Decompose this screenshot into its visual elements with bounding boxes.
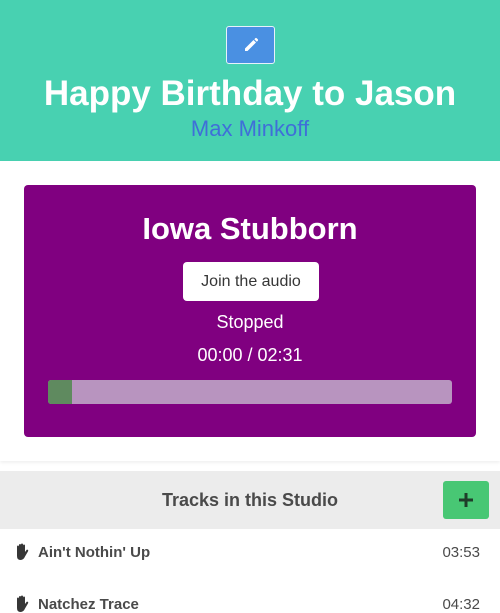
pencil-icon xyxy=(244,37,258,51)
track-duration: 04:32 xyxy=(442,596,480,613)
progress-fill xyxy=(48,380,73,404)
add-track-button[interactable] xyxy=(443,481,489,519)
hand-icon[interactable] xyxy=(14,595,30,613)
progress-bar[interactable] xyxy=(48,380,452,404)
header: Happy Birthday to Jason Max Minkoff xyxy=(0,0,500,161)
playback-time: 00:00 / 02:31 xyxy=(197,345,303,365)
track-name: Ain't Nothin' Up xyxy=(38,544,151,561)
plus-icon xyxy=(459,493,473,507)
player-section: Iowa Stubborn Join the audio Stopped 00:… xyxy=(0,161,500,461)
join-audio-button[interactable]: Join the audio xyxy=(183,262,319,301)
track-row[interactable]: Ain't Nothin' Up 03:53 xyxy=(0,529,500,581)
hand-icon[interactable] xyxy=(14,543,30,561)
edit-button[interactable] xyxy=(226,26,275,64)
track-name: Natchez Trace xyxy=(38,596,139,613)
page-title: Happy Birthday to Jason xyxy=(43,74,457,113)
tracks-header: Tracks in this Studio xyxy=(0,471,500,529)
audio-player: Iowa Stubborn Join the audio Stopped 00:… xyxy=(24,185,476,437)
tracks-title: Tracks in this Studio xyxy=(161,490,339,510)
song-title: Iowa Stubborn xyxy=(142,211,358,246)
track-row[interactable]: Natchez Trace 04:32 xyxy=(0,581,500,613)
author-link[interactable]: Max Minkoff xyxy=(0,115,500,143)
playback-status: Stopped xyxy=(216,312,284,332)
track-duration: 03:53 xyxy=(442,544,480,561)
